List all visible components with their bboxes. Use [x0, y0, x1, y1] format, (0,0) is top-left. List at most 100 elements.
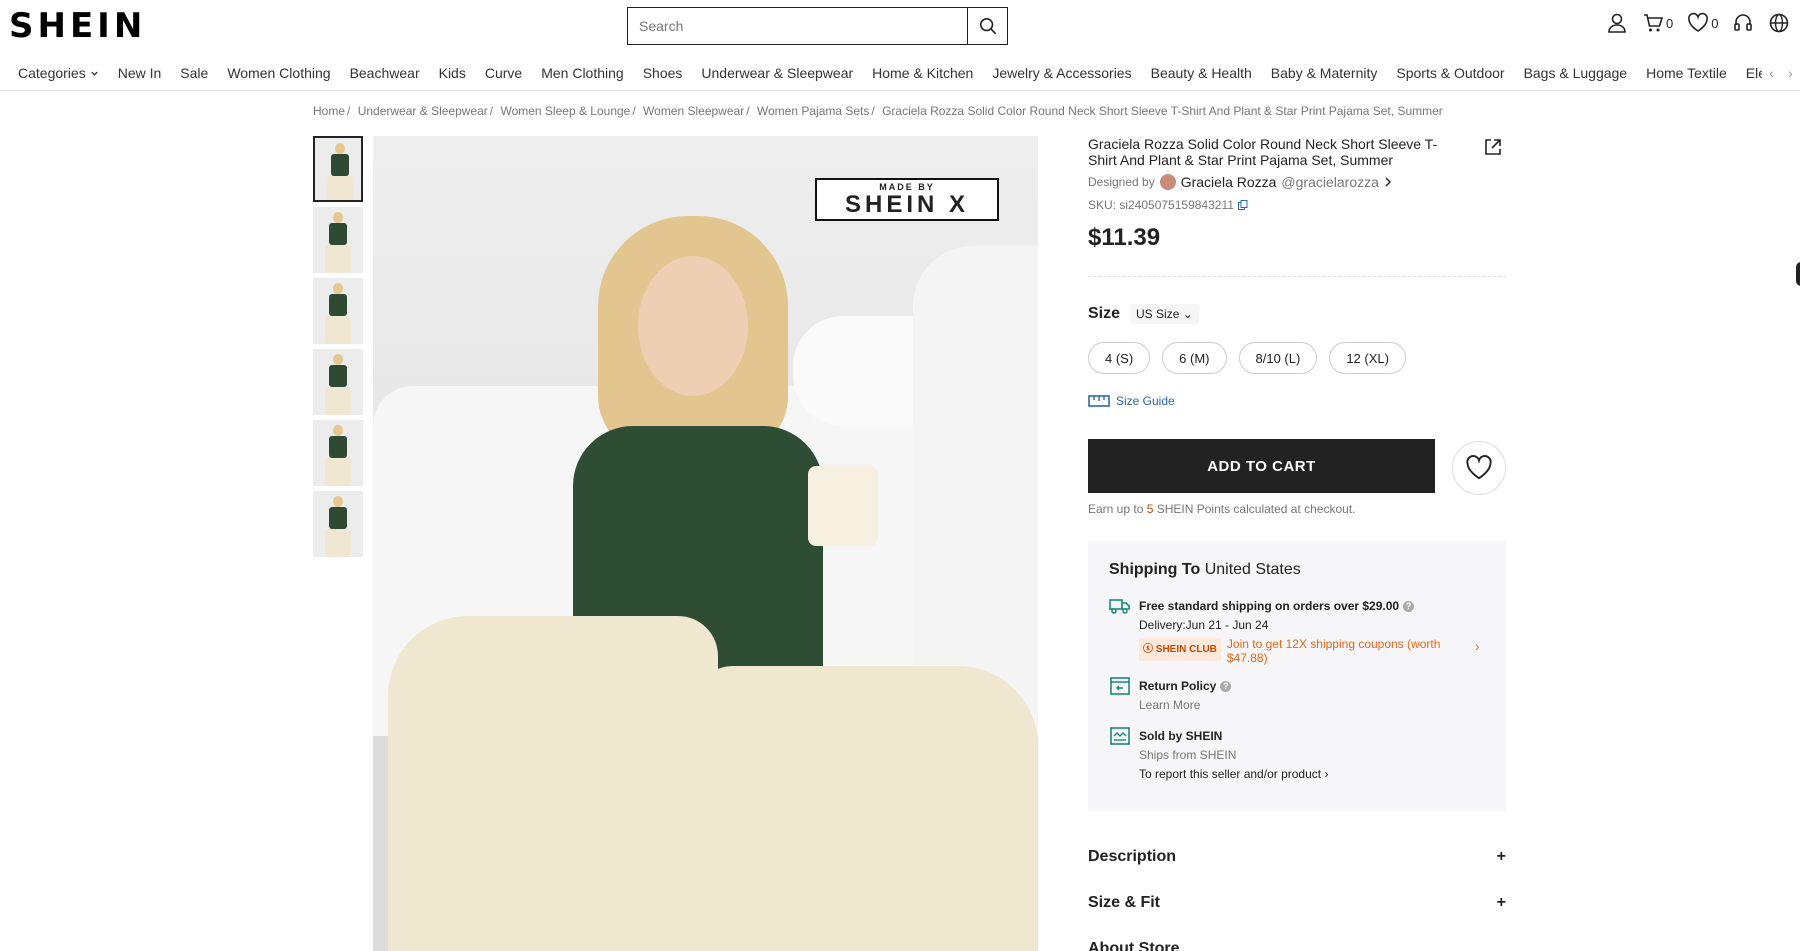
accordion-label: About Store	[1088, 940, 1180, 951]
accordion-description[interactable]: Description +	[1088, 848, 1506, 866]
help-icon[interactable]: ?	[1220, 681, 1232, 693]
nav-item-curve[interactable]: Curve	[485, 65, 522, 81]
nav-item-label: Categories	[18, 65, 86, 81]
size-system-select[interactable]: US Size ⌄	[1130, 304, 1199, 324]
nav-item-kids[interactable]: Kids	[439, 65, 466, 81]
share-button[interactable]	[1484, 138, 1502, 161]
thumbnail[interactable]	[313, 349, 363, 415]
designer-name[interactable]: Graciela Rozza	[1181, 174, 1277, 190]
delivery-date: Delivery:Jun 21 - Jun 24	[1139, 618, 1269, 632]
plus-icon: +	[1496, 848, 1506, 865]
size-options: 4 (S) 6 (M) 8/10 (L) 12 (XL)	[1088, 342, 1406, 374]
shein-x-badge: MADE BY SHEIN X	[815, 178, 999, 221]
copy-icon[interactable]	[1237, 200, 1248, 210]
plus-icon: +	[1496, 894, 1506, 911]
cart-button[interactable]: 0	[1642, 12, 1673, 34]
chevron-right-icon[interactable]	[1384, 177, 1392, 187]
nav-item-beachwear[interactable]: Beachwear	[350, 65, 420, 81]
category-nav: Categories New In Sale Women Clothing Be…	[0, 55, 1800, 91]
badge-line2: SHEIN X	[844, 191, 970, 218]
thumbnail[interactable]	[313, 207, 363, 273]
wishlist-toggle-button[interactable]	[1452, 441, 1506, 495]
headset-icon	[1734, 14, 1753, 31]
nav-item-baby-maternity[interactable]: Baby & Maternity	[1271, 65, 1378, 81]
nav-item-sale[interactable]: Sale	[180, 65, 208, 81]
size-option[interactable]: 8/10 (L)	[1238, 342, 1318, 374]
avatar[interactable]	[1159, 174, 1176, 190]
wishlist-count: 0	[1711, 15, 1719, 31]
breadcrumb-women-pajama-sets[interactable]: Women Pajama Sets	[757, 104, 870, 118]
floating-widget-edge[interactable]	[1796, 262, 1800, 286]
image-model-face	[638, 256, 748, 396]
sku-text: SKU: si2405075159843211	[1088, 198, 1234, 212]
breadcrumb-home[interactable]: Home	[313, 104, 345, 118]
product-price: $11.39	[1088, 224, 1161, 251]
nav-item-men-clothing[interactable]: Men Clothing	[541, 65, 624, 81]
shein-logo[interactable]: SHEIN	[9, 6, 146, 46]
nav-item-bags-luggage[interactable]: Bags & Luggage	[1524, 65, 1628, 81]
breadcrumb-underwear-sleepwear[interactable]: Underwear & Sleepwear	[358, 104, 488, 118]
nav-item-sports-outdoor[interactable]: Sports & Outdoor	[1396, 65, 1504, 81]
shein-club-tag: ⓢ SHEIN CLUB	[1139, 638, 1221, 661]
free-shipping-text: Free standard shipping on orders over $2…	[1139, 599, 1400, 613]
product-title: Graciela Rozza Solid Color Round Neck Sh…	[1088, 136, 1438, 168]
thumbnail[interactable]	[313, 136, 363, 202]
accordion-about-store[interactable]: About Store	[1088, 940, 1506, 951]
size-option[interactable]: 4 (S)	[1088, 342, 1151, 374]
product-main-image[interactable]: MADE BY SHEIN X	[373, 136, 1038, 951]
nav-item-women-clothing[interactable]: Women Clothing	[227, 65, 330, 81]
chevron-down-icon: ⌄	[1182, 307, 1193, 321]
nav-item-underwear-sleepwear[interactable]: Underwear & Sleepwear	[701, 65, 853, 81]
store-icon	[1110, 727, 1130, 745]
add-to-cart-button[interactable]: ADD TO CART	[1088, 439, 1435, 493]
breadcrumb: Home / Underwear & Sleepwear / Women Sleep…	[313, 104, 1443, 118]
chevron-right-icon: ›	[1474, 638, 1480, 654]
thumbnail[interactable]	[313, 278, 363, 344]
size-header: Size US Size ⌄	[1088, 304, 1199, 324]
search-icon	[979, 17, 996, 35]
nav-item-new-in[interactable]: New In	[118, 65, 162, 81]
size-guide-link[interactable]: Size Guide	[1088, 394, 1175, 408]
nav-item-beauty-health[interactable]: Beauty & Health	[1151, 65, 1252, 81]
shipping-country[interactable]: United States	[1205, 561, 1301, 578]
nav-item-jewelry-accessories[interactable]: Jewelry & Accessories	[992, 65, 1131, 81]
breadcrumb-women-sleep-lounge[interactable]: Women Sleep & Lounge	[500, 104, 630, 118]
thumbnail[interactable]	[313, 491, 363, 557]
cart-icon	[1644, 14, 1664, 32]
search-button[interactable]	[967, 8, 1007, 44]
help-icon[interactable]: ?	[1403, 601, 1415, 613]
heart-icon	[1466, 455, 1492, 480]
breadcrumb-women-sleepwear[interactable]: Women Sleepwear	[643, 104, 744, 118]
sku: SKU: si2405075159843211	[1088, 198, 1248, 212]
shipping-title: Shipping To United States	[1109, 561, 1301, 579]
globe-icon	[1770, 13, 1789, 33]
designer-handle[interactable]: @gracielarozza	[1281, 174, 1378, 190]
learn-more-link[interactable]: Learn More	[1139, 696, 1231, 715]
return-box-icon	[1110, 677, 1130, 695]
designed-by-label: Designed by	[1088, 175, 1155, 189]
image-pants	[388, 616, 718, 951]
chevron-right-icon: ›	[1324, 767, 1329, 781]
shein-club-promo[interactable]: ⓢ SHEIN CLUB Join to get 12X shipping co…	[1139, 637, 1480, 665]
search-input[interactable]	[628, 8, 967, 44]
cart-count: 0	[1666, 15, 1674, 31]
accordion-label: Size & Fit	[1088, 894, 1161, 911]
language-button[interactable]	[1768, 12, 1790, 34]
shipping-row-delivery: Free standard shipping on orders over $2…	[1109, 597, 1480, 665]
accordion-size-fit[interactable]: Size & Fit +	[1088, 894, 1506, 912]
chevron-left-icon[interactable]: ‹	[1769, 65, 1774, 81]
report-seller-link[interactable]: To report this seller and/or product ›	[1139, 765, 1328, 784]
size-option[interactable]: 6 (M)	[1162, 342, 1227, 374]
wishlist-button[interactable]: 0	[1687, 12, 1718, 34]
support-button[interactable]	[1732, 12, 1754, 34]
thumbnail[interactable]	[313, 420, 363, 486]
nav-item-shoes[interactable]: Shoes	[643, 65, 683, 81]
nav-item-home-kitchen[interactable]: Home & Kitchen	[872, 65, 973, 81]
shipping-row-seller: Sold by SHEIN Ships from SHEIN To report…	[1109, 727, 1328, 784]
nav-item-home-textile[interactable]: Home Textile	[1646, 65, 1727, 81]
chevron-right-icon[interactable]: ›	[1788, 65, 1793, 81]
account-button[interactable]	[1606, 12, 1628, 34]
nav-item-categories[interactable]: Categories	[18, 65, 99, 81]
shipping-title-label: Shipping To	[1109, 561, 1201, 578]
size-option[interactable]: 12 (XL)	[1329, 342, 1406, 374]
